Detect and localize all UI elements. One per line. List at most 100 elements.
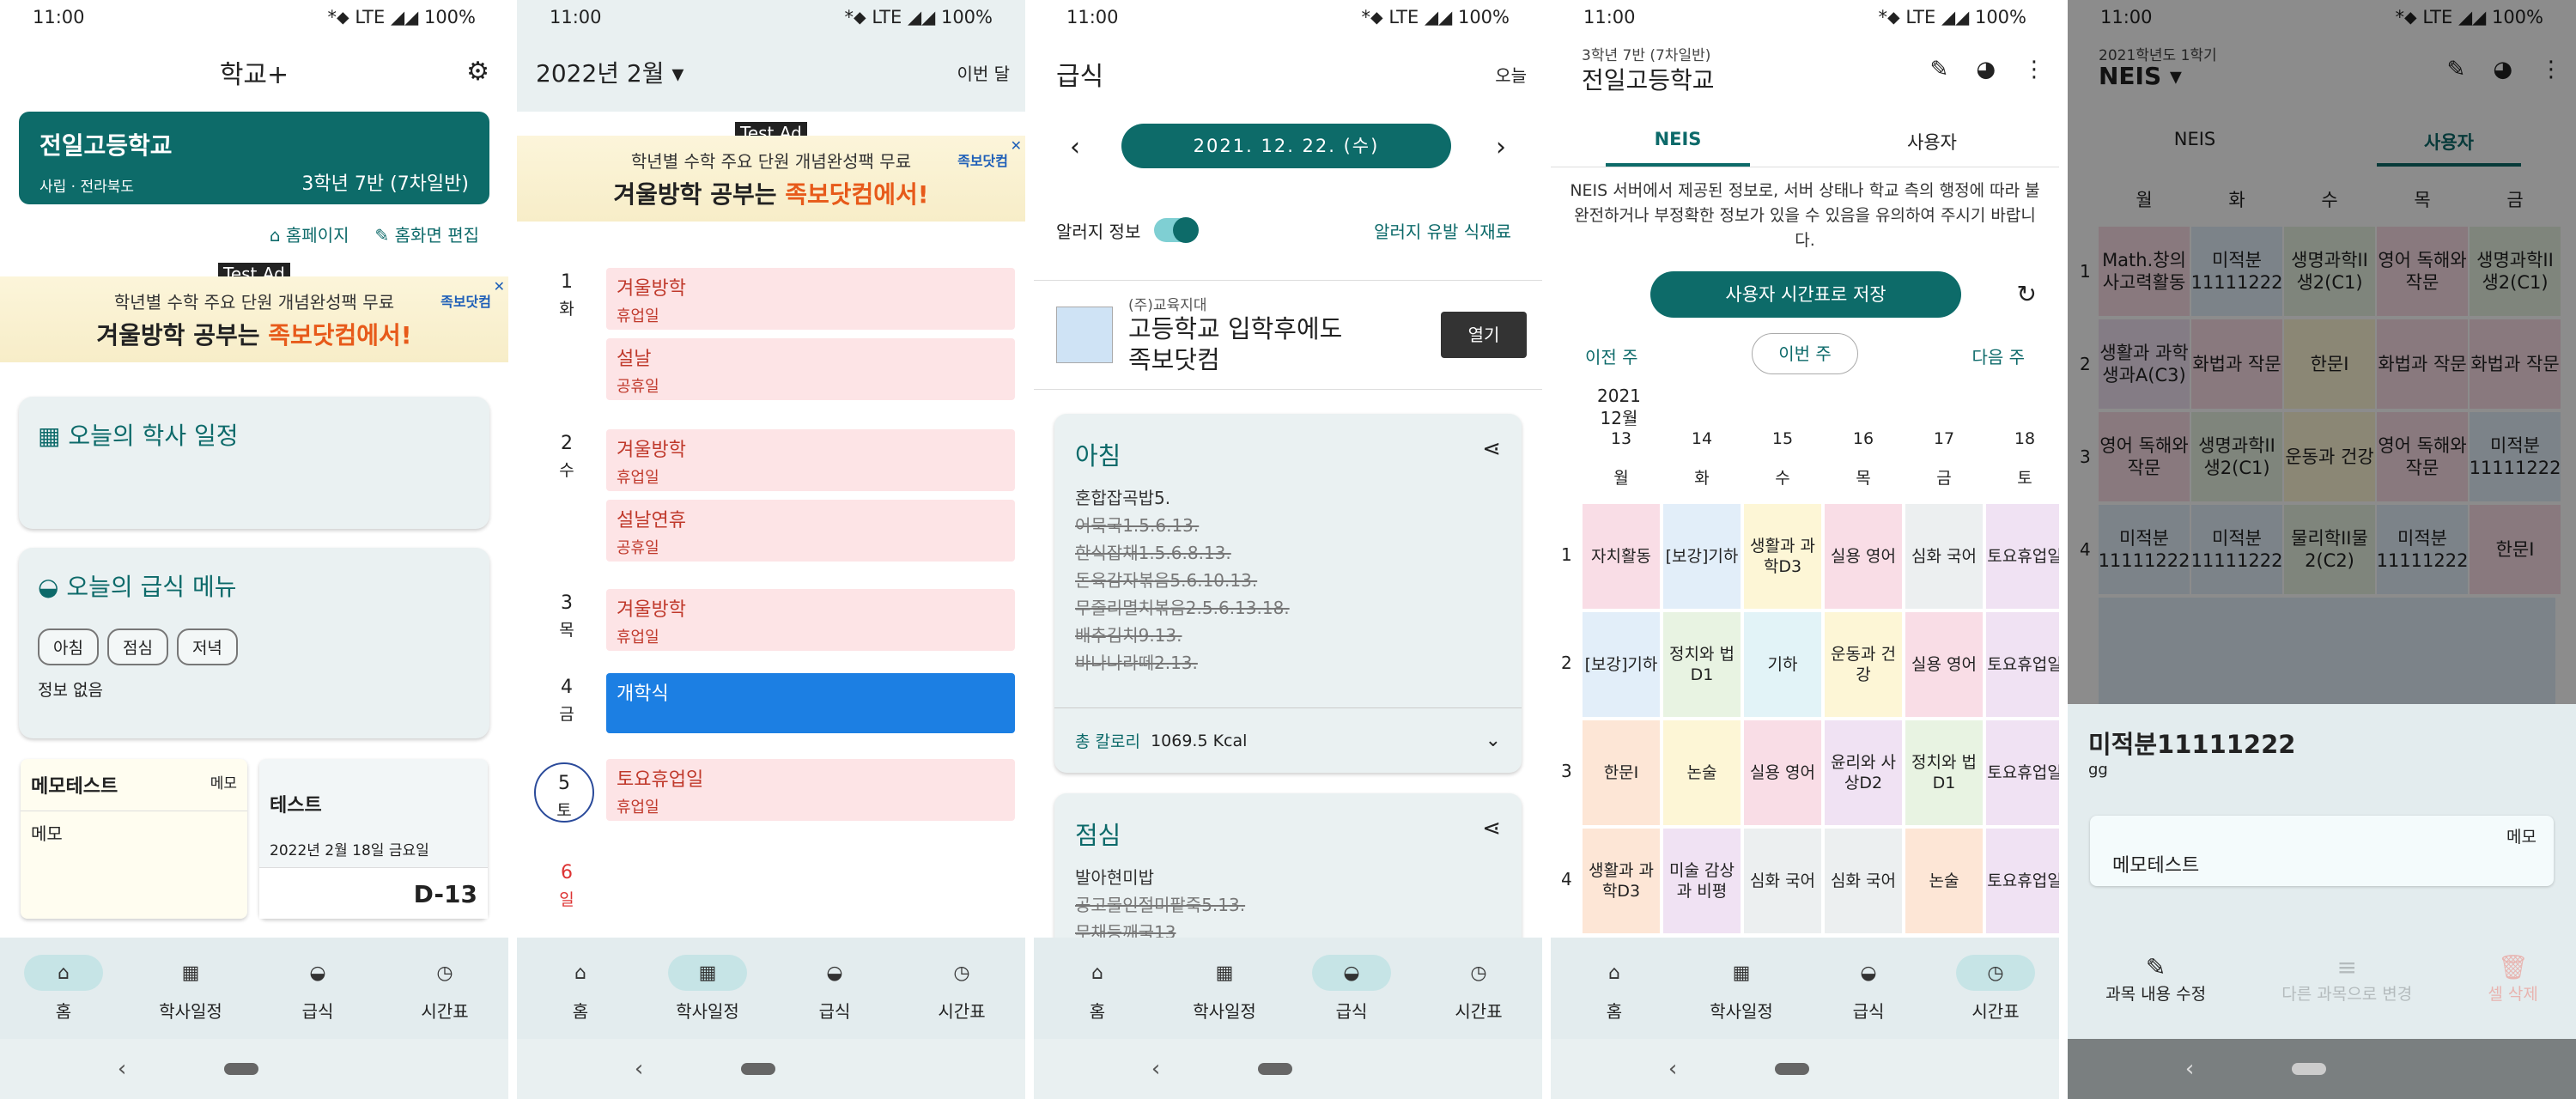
nav-home[interactable]: ⌂ 홈 (529, 955, 632, 1023)
refresh-icon[interactable]: ↻ (2017, 280, 2037, 308)
timetable-cell[interactable]: 논술 (1905, 828, 1984, 934)
home-pill[interactable] (1258, 1063, 1293, 1075)
event-item[interactable]: 토요휴업일 휴업일 (606, 759, 1015, 821)
memo-widget[interactable]: 메모테스트 메모 메모 (21, 759, 247, 919)
ad-open-button[interactable]: 열기 (1441, 312, 1527, 358)
timetable-cell[interactable]: 생활과 과학D3 (1582, 828, 1661, 934)
nav-home[interactable]: ⌂ 홈 (12, 955, 115, 1023)
event-item[interactable]: 설날 공휴일 (606, 338, 1015, 400)
nav-schedule[interactable]: ▦ 학사일정 (656, 955, 759, 1023)
prev-week-button[interactable]: 이전 주 (1585, 343, 1638, 368)
timetable-cell[interactable]: 토요휴업일 (1985, 720, 2059, 826)
timetable-cell[interactable]: 정치와 법D1 (1662, 611, 1741, 718)
timetable-cell[interactable]: [보강]기하 (1662, 503, 1741, 610)
timetable-cell[interactable]: 토요휴업일 (1985, 503, 2059, 610)
change-subject-button[interactable]: ≡ 다른 과목으로 변경 (2281, 953, 2412, 1005)
timetable-cell[interactable]: 실용 영어 (1824, 503, 1903, 610)
timetable-cell[interactable]: 한문I (1582, 720, 1661, 826)
event-item[interactable]: 겨울방학 휴업일 (606, 589, 1015, 651)
timetable-cell[interactable]: 심화 국어 (1905, 503, 1984, 610)
palette-icon[interactable]: ◕ (1976, 57, 1996, 82)
back-icon[interactable]: ‹ (2185, 1056, 2194, 1082)
memo-card[interactable]: 메모 메모테스트 (2090, 816, 2554, 886)
ad-banner[interactable]: 학년별 수학 주요 단원 개념완성팩 무료 겨울방학 공부는 족보닷컴에서! 족… (517, 136, 1025, 222)
next-week-button[interactable]: 다음 주 (1971, 343, 2025, 368)
timetable-cell[interactable]: 자치활동 (1582, 503, 1661, 610)
nav-timetable[interactable]: ◷ 시간표 (910, 955, 1013, 1023)
nav-timetable[interactable]: ◷ 시간표 (1427, 955, 1530, 1023)
nav-schedule[interactable]: ▦ 학사일정 (139, 955, 242, 1023)
nav-schedule[interactable]: ▦ 학사일정 (1173, 955, 1276, 1023)
home-pill[interactable] (2292, 1063, 2327, 1075)
timetable-cell[interactable]: 실용 영어 (1743, 720, 1822, 826)
nav-schedule[interactable]: ▦ 학사일정 (1690, 955, 1793, 1023)
this-month-button[interactable]: 이번 달 (957, 60, 1010, 85)
back-icon[interactable]: ‹ (1151, 1056, 1160, 1082)
timetable-cell[interactable]: 심화 국어 (1743, 828, 1822, 934)
chevron-down-icon[interactable]: ⌄ (1485, 730, 1501, 751)
back-icon[interactable]: ‹ (635, 1056, 643, 1082)
allergy-toggle[interactable] (1154, 217, 1199, 243)
month-selector[interactable]: 2022년 2월 ▾ (536, 55, 683, 89)
today-button[interactable]: 오늘 (1495, 62, 1527, 87)
nav-meal[interactable]: ◒ 급식 (266, 955, 369, 1023)
timetable-cell[interactable]: 정치와 법D1 (1905, 720, 1984, 826)
meal-card[interactable]: ◒ 오늘의 급식 메뉴 아침 점심 저녁 정보 없음 (19, 548, 489, 738)
ad-close-icon[interactable]: ✕ (494, 278, 505, 294)
back-icon[interactable]: ‹ (1668, 1056, 1677, 1082)
back-icon[interactable]: ‹ (118, 1056, 126, 1082)
nav-meal[interactable]: ◒ 급식 (1817, 955, 1920, 1023)
event-item[interactable]: 설날연휴 공휴일 (606, 500, 1015, 562)
nav-meal[interactable]: ◒ 급식 (1300, 955, 1403, 1023)
nav-meal[interactable]: ◒ 급식 (783, 955, 886, 1023)
nav-timetable[interactable]: ◷ 시간표 (1944, 955, 2047, 1023)
timetable-cell[interactable]: 운동과 건강 (1824, 611, 1903, 718)
timetable-cell[interactable]: 생활과 과학D3 (1743, 503, 1822, 610)
this-week-button[interactable]: 이번 주 (1752, 333, 1858, 374)
homepage-button[interactable]: ⌂ 홈페이지 (270, 222, 349, 246)
timetable-cell[interactable]: 기하 (1743, 611, 1822, 718)
settings-gear-icon[interactable]: ⚙ (466, 57, 489, 87)
prev-day-icon[interactable]: ‹ (1070, 132, 1080, 162)
home-pill[interactable] (741, 1063, 776, 1075)
save-user-timetable-button[interactable]: 사용자 시간표로 저장 (1650, 271, 1961, 318)
timetable-cell[interactable]: 심화 국어 (1824, 828, 1903, 934)
more-vert-icon[interactable]: ⋮ (2023, 57, 2045, 82)
schedule-card[interactable]: ▦ 오늘의 학사 일정 (19, 397, 489, 529)
edit-subject-button[interactable]: ✎ 과목 내용 수정 (2105, 953, 2206, 1005)
event-item[interactable]: 겨울방학 휴업일 (606, 268, 1015, 330)
nav-home[interactable]: ⌂ 홈 (1046, 955, 1149, 1023)
timetable-cell[interactable]: 토요휴업일 (1985, 611, 2059, 718)
dim-overlay[interactable] (2068, 0, 2576, 704)
timetable-cell[interactable]: 토요휴업일 (1985, 828, 2059, 934)
allergy-ingredients-link[interactable]: 알러지 유발 식재료 (1374, 218, 1511, 243)
meal-chip-1[interactable]: 점심 (106, 628, 168, 665)
meal-chip-2[interactable]: 저녁 (176, 628, 238, 665)
ad-close-icon[interactable]: ✕ (1011, 137, 1022, 154)
share-icon[interactable]: ⋖ (1482, 816, 1501, 841)
event-item[interactable]: 겨울방학 휴업일 (606, 429, 1015, 491)
timetable-cell[interactable]: [보강]기하 (1582, 611, 1661, 718)
timetable-cell[interactable]: 논술 (1662, 720, 1741, 826)
delete-cell-button[interactable]: 🗑 셀 삭제 (2488, 953, 2537, 1005)
pencil-icon[interactable]: ✎ (1930, 57, 1949, 82)
event-item[interactable]: 개학식 (606, 673, 1015, 733)
ad-banner[interactable]: 학년별 수학 주요 단원 개념완성팩 무료 겨울방학 공부는 족보닷컴에서! 족… (0, 276, 508, 362)
tab-neis[interactable]: NEIS (1551, 129, 1805, 149)
timetable-cell[interactable]: 윤리와 사상D2 (1824, 720, 1903, 826)
edit-home-button[interactable]: ✎ 홈화면 편집 (375, 222, 479, 246)
nav-timetable[interactable]: ◷ 시간표 (393, 955, 496, 1023)
share-icon[interactable]: ⋖ (1482, 436, 1501, 462)
timetable-cell[interactable]: 실용 영어 (1905, 611, 1984, 718)
date-picker-button[interactable]: 2021. 12. 22. (수) (1121, 124, 1451, 168)
home-pill[interactable] (1775, 1063, 1810, 1075)
meal-chip-0[interactable]: 아침 (38, 628, 99, 665)
tab-user[interactable]: 사용자 (1805, 129, 2059, 155)
school-card[interactable]: 전일고등학교 사립 · 전라북도 3학년 7반 (7차일반) (19, 112, 489, 204)
dday-widget[interactable]: 테스트 2022년 2월 18일 금요일 D-13 (259, 759, 488, 919)
timetable-cell[interactable]: 미술 감상과 비평 (1662, 828, 1741, 934)
next-day-icon[interactable]: › (1496, 132, 1506, 162)
ad-native[interactable]: (주)교육지대 고등학교 입학후에도 족보닷컴 열기 (1034, 280, 1542, 390)
home-pill[interactable] (224, 1063, 259, 1075)
nav-home[interactable]: ⌂ 홈 (1563, 955, 1666, 1023)
